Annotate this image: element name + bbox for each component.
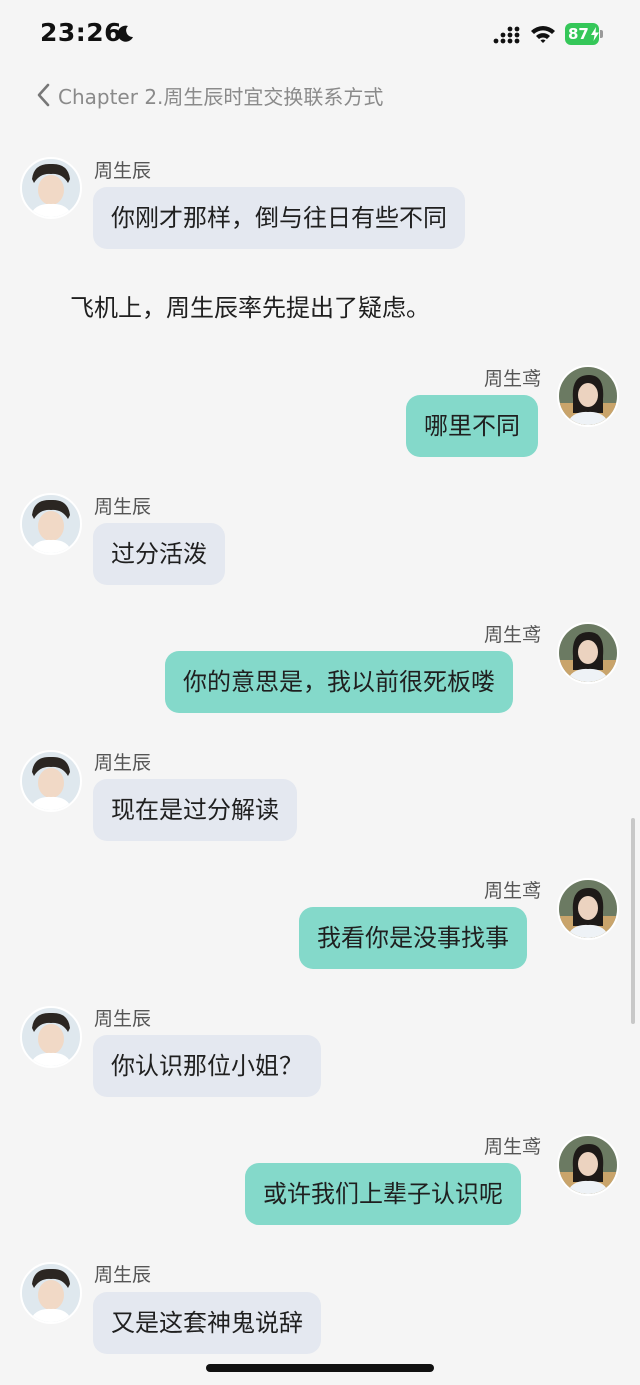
sender-name: 周生辰 <box>94 160 152 182</box>
avatar-zhou-shengchen[interactable] <box>20 493 82 555</box>
status-time: 23:26 <box>40 18 123 47</box>
scrollbar[interactable] <box>631 818 635 1024</box>
home-indicator[interactable] <box>206 1364 434 1372</box>
avatar-zhou-shengyuan[interactable] <box>557 365 619 427</box>
sender-name: 周生辰 <box>94 752 152 774</box>
message-bubble[interactable]: 过分活泼 <box>93 523 225 585</box>
sender-name: 周生辰 <box>94 1008 152 1030</box>
battery-indicator: 87 <box>565 23 605 45</box>
avatar-zhou-shengyuan[interactable] <box>557 878 619 940</box>
narration-text: 飞机上，周生辰率先提出了疑虑。 <box>70 294 430 322</box>
message-bubble[interactable]: 现在是过分解读 <box>93 779 297 841</box>
message-bubble[interactable]: 或许我们上辈子认识呢 <box>245 1163 521 1225</box>
chapter-title[interactable]: Chapter 2.周生辰时宜交换联系方式 <box>58 81 383 110</box>
battery-nub <box>600 30 603 38</box>
sender-name: 周生鸢 <box>484 1136 542 1158</box>
avatar-zhou-shengchen[interactable] <box>20 1006 82 1068</box>
avatar-zhou-shengyuan[interactable] <box>557 1134 619 1196</box>
avatar-zhou-shengchen[interactable] <box>20 1262 82 1324</box>
message-bubble[interactable]: 又是这套神鬼说辞 <box>93 1292 321 1354</box>
sender-name: 周生辰 <box>94 1264 152 1286</box>
moon-icon <box>117 25 133 42</box>
avatar-zhou-shengchen[interactable] <box>20 157 82 219</box>
wifi-icon <box>531 26 555 43</box>
sender-name: 周生鸢 <box>484 368 542 390</box>
charging-bolt-icon <box>591 27 599 41</box>
message-bubble[interactable]: 哪里不同 <box>406 395 538 457</box>
sender-name: 周生鸢 <box>484 880 542 902</box>
cellular-signal-icon <box>493 26 520 44</box>
sender-name: 周生鸢 <box>484 624 542 646</box>
message-bubble[interactable]: 你刚才那样，倒与往日有些不同 <box>93 187 465 249</box>
message-bubble[interactable]: 我看你是没事找事 <box>299 907 527 969</box>
avatar-zhou-shengyuan[interactable] <box>557 622 619 684</box>
sender-name: 周生辰 <box>94 496 152 518</box>
message-bubble[interactable]: 你认识那位小姐？ <box>93 1035 321 1097</box>
message-bubble[interactable]: 你的意思是，我以前很死板喽 <box>165 651 513 713</box>
avatar-zhou-shengchen[interactable] <box>20 750 82 812</box>
back-chevron-icon[interactable] <box>34 82 54 108</box>
chat-screen: 23:26 87 Chapter 2.周生辰时宜交换联系方式 周生辰 你刚才那样… <box>0 0 640 1385</box>
status-bar: 23:26 87 <box>0 0 640 70</box>
